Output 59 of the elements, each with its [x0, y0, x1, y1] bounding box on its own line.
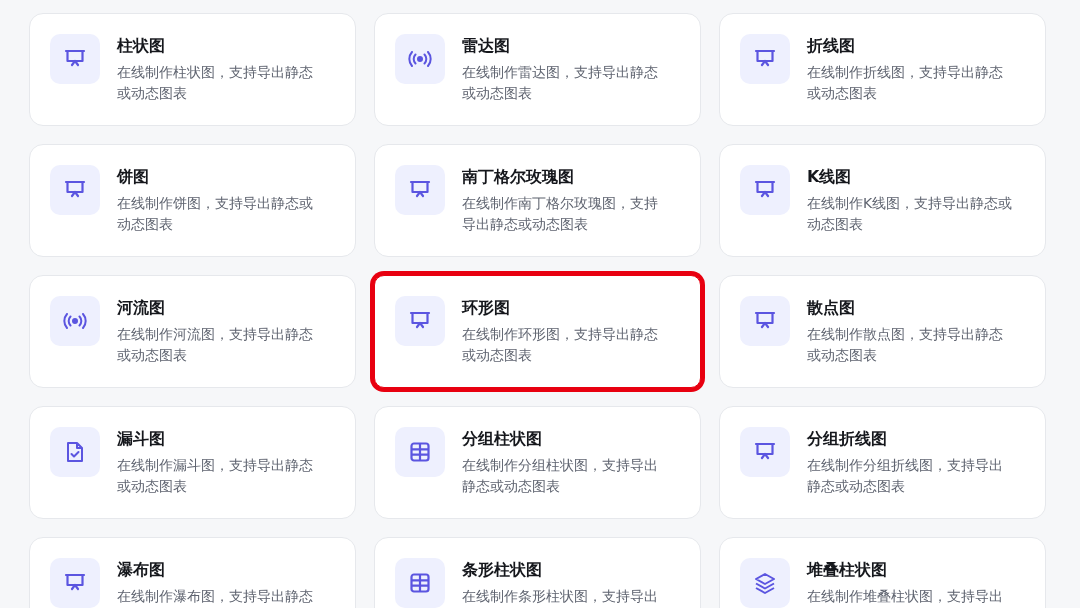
chart-type-card[interactable]: 雷达图 在线制作雷达图，支持导出静态或动态图表: [374, 13, 701, 126]
card-title: 河流图: [117, 297, 166, 319]
card-description: 在线制作分组柱状图，支持导出静态或动态图表: [462, 456, 659, 496]
broadcast-signal-icon: [408, 51, 432, 67]
presentation-board-icon: [754, 49, 776, 69]
card-title: 条形柱状图: [462, 559, 543, 581]
card-title: K线图: [807, 166, 853, 188]
card-title: 柱状图: [117, 35, 166, 57]
card-description: 在线制作折线图，支持导出静态或动态图表: [807, 63, 1004, 103]
chart-type-card[interactable]: 散点图 在线制作散点图，支持导出静态或动态图表: [719, 275, 1046, 388]
chart-type-card[interactable]: 分组柱状图 在线制作分组柱状图，支持导出静态或动态图表: [374, 406, 701, 519]
card-title: 分组柱状图: [462, 428, 543, 450]
presentation-board-icon: [64, 180, 86, 200]
card-title: 堆叠柱状图: [807, 559, 888, 581]
card-title: 散点图: [807, 297, 856, 319]
presentation-board-icon: [64, 49, 86, 69]
table-grid-icon: [410, 442, 430, 462]
card-description: 在线制作分组折线图，支持导出静态或动态图表: [807, 456, 1004, 496]
card-title: 分组折线图: [807, 428, 888, 450]
card-title: 雷达图: [462, 35, 511, 57]
card-description: 在线制作柱状图，支持导出静态或动态图表: [117, 63, 314, 103]
card-title: 折线图: [807, 35, 856, 57]
chart-type-card[interactable]: 饼图 在线制作饼图，支持导出静态或动态图表: [29, 144, 356, 257]
table-grid-icon: [410, 573, 430, 593]
card-title: 瀑布图: [117, 559, 166, 581]
chart-type-card[interactable]: 瀑布图 在线制作瀑布图，支持导出静态: [29, 537, 356, 608]
chart-type-card[interactable]: 柱状图 在线制作柱状图，支持导出静态或动态图表: [29, 13, 356, 126]
presentation-board-icon: [409, 311, 431, 331]
chart-type-card[interactable]: 堆叠柱状图 在线制作堆叠柱状图，支持导出: [719, 537, 1046, 608]
card-description: 在线制作河流图，支持导出静态或动态图表: [117, 325, 314, 365]
chart-type-card[interactable]: 漏斗图 在线制作漏斗图，支持导出静态或动态图表: [29, 406, 356, 519]
presentation-board-icon: [754, 442, 776, 462]
chart-type-card[interactable]: 条形柱状图 在线制作条形柱状图，支持导出: [374, 537, 701, 608]
presentation-board-icon: [64, 573, 86, 593]
chart-type-card[interactable]: 南丁格尔玫瑰图 在线制作南丁格尔玫瑰图，支持导出静态或动态图表: [374, 144, 701, 257]
chart-type-card[interactable]: 折线图 在线制作折线图，支持导出静态或动态图表: [719, 13, 1046, 126]
card-title: 饼图: [117, 166, 150, 188]
card-description: 在线制作散点图，支持导出静态或动态图表: [807, 325, 1004, 365]
chart-type-card[interactable]: 河流图 在线制作河流图，支持导出静态或动态图表: [29, 275, 356, 388]
card-title: 南丁格尔玫瑰图: [462, 166, 575, 188]
card-title: 漏斗图: [117, 428, 166, 450]
card-description: 在线制作瀑布图，支持导出静态: [117, 587, 314, 606]
card-description: 在线制作K线图，支持导出静态或动态图表: [807, 194, 1013, 234]
card-title: 环形图: [462, 297, 511, 319]
chart-type-card[interactable]: 分组折线图 在线制作分组折线图，支持导出静态或动态图表: [719, 406, 1046, 519]
card-description: 在线制作条形柱状图，支持导出: [462, 587, 659, 606]
document-check-icon: [66, 441, 84, 463]
broadcast-signal-icon: [63, 313, 87, 329]
layers-icon: [753, 572, 777, 594]
card-description: 在线制作南丁格尔玫瑰图，支持导出静态或动态图表: [462, 194, 659, 234]
card-description: 在线制作漏斗图，支持导出静态或动态图表: [117, 456, 314, 496]
chart-type-card[interactable]: K线图 在线制作K线图，支持导出静态或动态图表: [719, 144, 1046, 257]
card-description: 在线制作堆叠柱状图，支持导出: [807, 587, 1004, 606]
presentation-board-icon: [754, 180, 776, 200]
presentation-board-icon: [754, 311, 776, 331]
presentation-board-icon: [409, 180, 431, 200]
card-description: 在线制作环形图，支持导出静态或动态图表: [462, 325, 659, 365]
card-description: 在线制作饼图，支持导出静态或动态图表: [117, 194, 314, 234]
card-description: 在线制作雷达图，支持导出静态或动态图表: [462, 63, 659, 103]
